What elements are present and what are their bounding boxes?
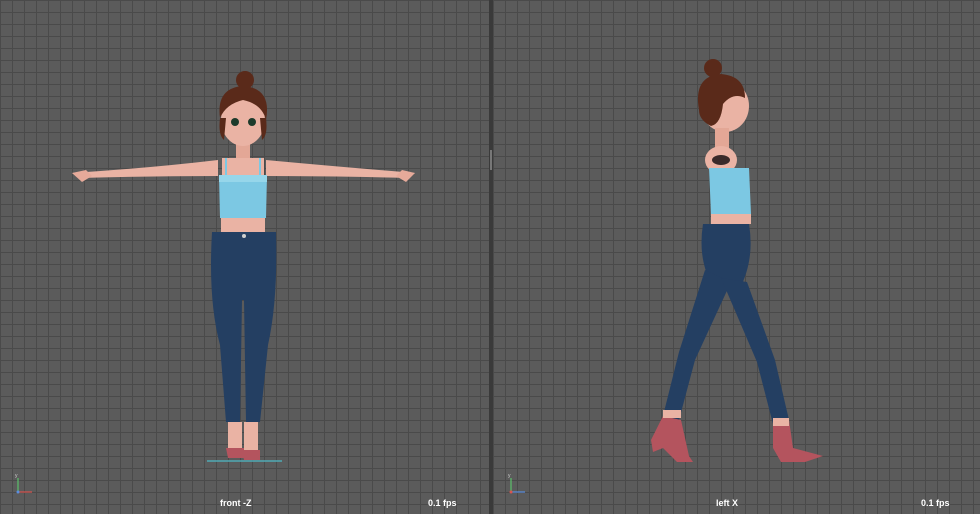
front-viewport[interactable]: y front -Z 0.1 fps [0,0,489,514]
crop-top [709,168,751,214]
right-shoe [242,450,260,460]
left-viewport[interactable]: y left X 0.1 fps [493,0,980,514]
divider-grip-icon[interactable] [490,150,492,170]
axis-gizmo-icon: y [508,473,525,494]
left-arm [72,160,218,178]
camera-label: front -Z [220,498,252,508]
jeans [211,232,277,422]
character-side-view [651,59,823,462]
left-shoe [226,448,244,458]
right-arm [266,160,415,178]
hair-bun [236,71,254,89]
camera-label: left X [716,498,739,508]
character-front-view [72,71,415,462]
front-leg [721,278,789,424]
right-eye [248,118,256,126]
left-shoe [651,416,693,462]
left-eye [231,118,239,126]
fps-readout: 0.1 fps [921,498,950,508]
maya-viewport-window: y front -Z 0.1 fps y left X 0.1 fps [0,0,980,514]
fps-readout: 0.1 fps [428,498,457,508]
back-leg [663,270,731,420]
axis-gizmo-icon: y [15,473,32,494]
right-shoe [773,420,823,462]
